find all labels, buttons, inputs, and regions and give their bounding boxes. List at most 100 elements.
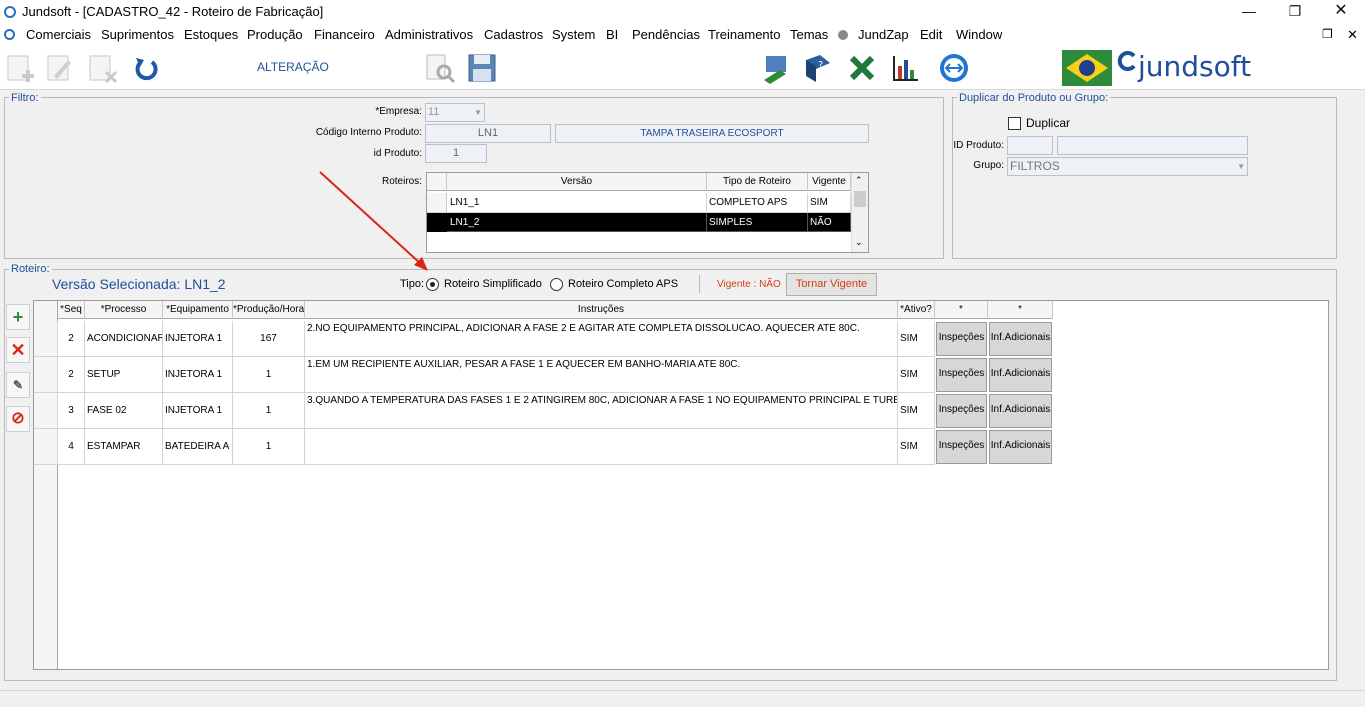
processo-cell[interactable]: ESTAMPAR bbox=[85, 429, 163, 465]
ativo-cell[interactable]: SIM bbox=[898, 393, 935, 429]
instrucoes-cell[interactable]: 2.NO EQUIPAMENTO PRINCIPAL, ADICIONAR A … bbox=[305, 321, 898, 357]
menu-suprimentos[interactable]: Suprimentos bbox=[101, 27, 174, 42]
inspecoes-button[interactable]: Inspeções bbox=[936, 430, 987, 464]
producao-cell[interactable]: 167 bbox=[233, 321, 305, 357]
table-row[interactable]: 3 FASE 02 INJETORA 1 1 3.QUANDO A TEMPER… bbox=[34, 393, 1053, 429]
save-icon[interactable] bbox=[466, 52, 498, 84]
radio-simplificado-label[interactable]: Roteiro Simplificado bbox=[444, 278, 542, 290]
producao-cell[interactable]: 1 bbox=[233, 357, 305, 393]
menu-comerciais[interactable]: Comerciais bbox=[26, 27, 91, 42]
menu-jundzap[interactable]: JundZap bbox=[858, 27, 909, 42]
inspecoes-button[interactable]: Inspeções bbox=[936, 358, 987, 392]
ativo-cell[interactable]: SIM bbox=[898, 321, 935, 357]
inspecoes-button[interactable]: Inspeções bbox=[936, 394, 987, 428]
system-tools-icon[interactable] bbox=[760, 52, 792, 84]
inspecoes-button[interactable]: Inspeções bbox=[936, 322, 987, 356]
menu-administrativos[interactable]: Administrativos bbox=[385, 27, 473, 42]
restore-icon[interactable]: ❐ bbox=[1272, 0, 1318, 24]
table-row[interactable]: 2 ACONDICIONAR INJETORA 1 167 2.NO EQUIP… bbox=[34, 321, 1053, 357]
add-row-icon[interactable]: + bbox=[6, 304, 30, 330]
produto-desc-field[interactable]: TAMPA TRASEIRA ECOSPORT bbox=[555, 124, 869, 143]
app-menu-icon[interactable] bbox=[4, 29, 15, 40]
empresa-select[interactable]: 11 ▼ bbox=[425, 103, 485, 122]
producao-cell[interactable]: 1 bbox=[233, 393, 305, 429]
roteiro-versao-cell[interactable]: LN1_2 bbox=[447, 213, 707, 232]
document-search-icon[interactable] bbox=[424, 52, 456, 84]
roteiro-vigente-cell[interactable]: NÃO bbox=[808, 213, 851, 232]
header-inspecoes[interactable]: * bbox=[935, 301, 988, 319]
menu-producao[interactable]: Produção bbox=[247, 27, 303, 42]
header-equipamento[interactable]: *Equipamento bbox=[163, 301, 233, 319]
chart-icon[interactable] bbox=[890, 52, 922, 84]
inf-adicionais-button[interactable]: Inf.Adicionais bbox=[989, 394, 1052, 428]
teamviewer-icon[interactable] bbox=[938, 52, 970, 84]
row-selector[interactable] bbox=[34, 357, 58, 393]
processo-cell[interactable]: FASE 02 bbox=[85, 393, 163, 429]
menu-pendencias[interactable]: Pendências bbox=[632, 27, 700, 42]
scroll-up-icon[interactable]: ⌃ bbox=[855, 175, 863, 186]
refresh-icon[interactable] bbox=[130, 52, 162, 84]
minimize-icon[interactable]: — bbox=[1226, 0, 1272, 24]
menu-temas[interactable]: Temas bbox=[790, 27, 828, 42]
duplicar-id-field[interactable] bbox=[1007, 136, 1053, 155]
vertical-scrollbar[interactable]: ⌃ ⌄ bbox=[851, 173, 868, 252]
table-row[interactable]: 2 SETUP INJETORA 1 1 1.EM UM RECIPIENTE … bbox=[34, 357, 1053, 393]
duplicar-checkbox[interactable] bbox=[1008, 117, 1021, 130]
menu-treinamento[interactable]: Treinamento bbox=[708, 27, 781, 42]
roteiros-header-versao[interactable]: Versão bbox=[447, 173, 707, 191]
radio-completo[interactable] bbox=[550, 278, 563, 291]
delete-icon[interactable] bbox=[86, 52, 118, 84]
row-selector[interactable] bbox=[34, 429, 58, 465]
roteiro-versao-cell[interactable]: LN1_1 bbox=[447, 193, 707, 213]
ativo-cell[interactable]: SIM bbox=[898, 429, 935, 465]
mdi-close-icon[interactable]: ✕ bbox=[1347, 27, 1358, 43]
menu-cadastros[interactable]: Cadastros bbox=[484, 27, 543, 42]
seq-cell[interactable]: 3 bbox=[58, 393, 85, 429]
roteiros-header-tipo[interactable]: Tipo de Roteiro bbox=[707, 173, 808, 191]
scroll-thumb[interactable] bbox=[854, 191, 866, 207]
header-inf-adicionais[interactable]: * bbox=[988, 301, 1053, 319]
menu-bi[interactable]: BI bbox=[606, 27, 618, 42]
menu-estoques[interactable]: Estoques bbox=[184, 27, 238, 42]
radio-simplificado[interactable] bbox=[426, 278, 439, 291]
equipamento-cell[interactable]: INJETORA 1 bbox=[163, 321, 233, 357]
roteiros-header-vigente[interactable]: Vigente bbox=[808, 173, 851, 191]
header-processo[interactable]: *Processo bbox=[85, 301, 163, 319]
menu-window[interactable]: Window bbox=[956, 27, 1002, 42]
seq-cell[interactable]: 4 bbox=[58, 429, 85, 465]
menu-edit[interactable]: Edit bbox=[920, 27, 942, 42]
duplicar-desc-field[interactable] bbox=[1057, 136, 1248, 155]
processo-cell[interactable]: ACONDICIONAR bbox=[85, 321, 163, 357]
equipamento-cell[interactable]: INJETORA 1 bbox=[163, 357, 233, 393]
header-seq[interactable]: *Seq bbox=[58, 301, 85, 319]
producao-cell[interactable]: 1 bbox=[233, 429, 305, 465]
copy-row-icon[interactable]: ✎ bbox=[6, 372, 30, 398]
header-instrucoes[interactable]: Instruções bbox=[305, 301, 898, 319]
roteiro-vigente-cell[interactable]: SIM bbox=[808, 193, 851, 213]
id-produto-field[interactable]: 1 bbox=[425, 144, 487, 163]
roteiro-tipo-cell[interactable]: COMPLETO APS bbox=[707, 193, 808, 213]
grupo-select[interactable]: FILTROS ▼ bbox=[1007, 157, 1248, 176]
radio-completo-label[interactable]: Roteiro Completo APS bbox=[568, 278, 678, 290]
inf-adicionais-button[interactable]: Inf.Adicionais bbox=[989, 430, 1052, 464]
tornar-vigente-button[interactable]: Tornar Vigente bbox=[786, 273, 877, 296]
mdi-restore-icon[interactable]: ❐ bbox=[1322, 27, 1333, 41]
processo-cell[interactable]: SETUP bbox=[85, 357, 163, 393]
roteiro-tipo-cell[interactable]: SIMPLES bbox=[707, 213, 808, 232]
header-ativo[interactable]: *Ativo? bbox=[898, 301, 935, 319]
cancel-row-icon[interactable]: ⊘ bbox=[6, 406, 30, 432]
ativo-cell[interactable]: SIM bbox=[898, 357, 935, 393]
seq-cell[interactable]: 2 bbox=[58, 321, 85, 357]
close-icon[interactable]: ✕ bbox=[1318, 0, 1364, 24]
menu-financeiro[interactable]: Financeiro bbox=[314, 27, 375, 42]
excel-icon[interactable] bbox=[846, 52, 878, 84]
inf-adicionais-button[interactable]: Inf.Adicionais bbox=[989, 322, 1052, 356]
equipamento-cell[interactable]: BATEDEIRA A bbox=[163, 429, 233, 465]
help-book-icon[interactable]: ? bbox=[802, 52, 834, 84]
header-producao-hora[interactable]: *Produção/Hora bbox=[233, 301, 305, 319]
edit-icon[interactable] bbox=[44, 52, 76, 84]
scroll-down-icon[interactable]: ⌄ bbox=[855, 237, 863, 248]
new-icon[interactable] bbox=[4, 52, 36, 84]
table-row[interactable]: 4 ESTAMPAR BATEDEIRA A 1 SIM Inspeções I… bbox=[34, 429, 1053, 465]
codigo-field[interactable]: LN1 bbox=[425, 124, 551, 143]
